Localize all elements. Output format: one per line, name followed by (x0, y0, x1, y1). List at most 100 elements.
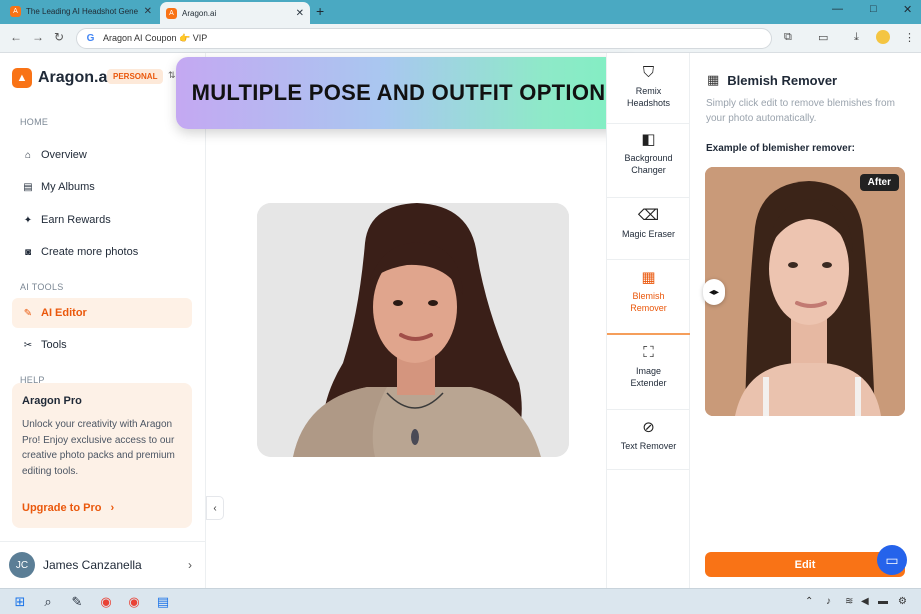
user-menu[interactable]: JC James Canzanella › (0, 541, 206, 588)
battery-icon[interactable]: ▬ (878, 596, 888, 607)
settings-icon[interactable]: ⚙ (898, 596, 907, 607)
browser-tab-active[interactable]: A Aragon.ai ✕ (160, 2, 310, 24)
flame-logo-icon: ▲ (12, 68, 32, 88)
menu-icon[interactable]: ⋮ (904, 31, 915, 44)
sidebar-item-create-more-photos[interactable]: ◙ Create more photos (12, 237, 192, 267)
sidebar-item-overview[interactable]: ⌂ Overview (12, 140, 192, 170)
sidebar-item-ai-editor[interactable]: ✎ AI Editor (12, 298, 192, 328)
panel-description: Simply click edit to remove blemishes fr… (706, 98, 895, 124)
tool-blemish-remover[interactable]: ▦ Blemish Remover (607, 260, 690, 335)
tool-label: Image Extender (630, 366, 667, 388)
brand[interactable]: ▲ Aragon.ai (12, 68, 112, 88)
headshot-photo[interactable] (257, 203, 569, 457)
tools-icon: ✂ (23, 339, 33, 351)
new-tab-icon[interactable]: + (316, 3, 324, 19)
sidebar-item-label: Overview (41, 149, 87, 161)
user-name: James Canzanella (43, 558, 142, 572)
edit-button[interactable]: Edit (705, 552, 905, 577)
address-bar[interactable]: G Aragon AI Coupon 👉 VIP (76, 28, 772, 49)
avatar: JC (9, 552, 35, 578)
aragon-favicon-icon: A (166, 7, 177, 19)
browser-tab[interactable]: A The Leading AI Headshot Gene ✕ (4, 2, 158, 21)
album-icon: ▤ (23, 181, 33, 193)
close-window-icon[interactable]: ✕ (903, 3, 912, 16)
blemish-icon: ▦ (707, 72, 720, 87)
download-icon[interactable]: ⤓ (854, 31, 859, 44)
tool-remix-headshots[interactable]: ⛉ Remix Headshots (607, 63, 690, 124)
sidebar-item-my-albums[interactable]: ▤ My Albums (12, 172, 192, 202)
pro-promo-card: Aragon Pro Unlock your creativity with A… (12, 383, 192, 528)
notepad-icon[interactable]: ▤ (155, 594, 171, 610)
editor-canvas: ‹ (206, 53, 606, 588)
tool-label: Magic Eraser (621, 229, 675, 239)
close-tab-icon[interactable]: ✕ (296, 8, 304, 19)
sidebar-item-label: Tools (41, 339, 67, 351)
search-icon[interactable]: ⌕ (40, 594, 56, 610)
sidebar-item-earn-rewards[interactable]: ✦ Earn Rewards (12, 205, 192, 235)
brand-name: Aragon.ai (38, 69, 112, 86)
windows-start-icon[interactable]: ⊞ (12, 594, 28, 610)
tool-image-extender[interactable]: ⛶ Image Extender (607, 335, 690, 410)
chrome-icon[interactable]: ◉ (98, 594, 114, 610)
maximize-icon[interactable]: □ (870, 3, 877, 15)
upgrade-link-label: Upgrade to Pro (22, 502, 102, 514)
tab-title: The Leading AI Headshot Gene (26, 7, 139, 16)
example-portrait-image (705, 167, 905, 416)
promo-title: Aragon Pro (22, 395, 82, 407)
wifi-icon[interactable]: ≋ (845, 596, 853, 607)
volume-icon[interactable]: ◀ (861, 596, 869, 607)
sidebar-item-label: Earn Rewards (41, 214, 111, 226)
promo-body: Unlock your creativity with Aragon Pro! … (22, 419, 175, 477)
app-icon[interactable]: ✎ (69, 594, 85, 610)
tab-title: Aragon.ai (182, 8, 217, 18)
background-icon: ◧ (641, 131, 656, 148)
headshot-portrait-image (257, 203, 569, 457)
chat-support-button[interactable]: ▭ (877, 545, 907, 575)
example-label: Example of blemisher remover: (706, 143, 855, 154)
app-screen: A The Leading AI Headshot Gene ✕ A Arago… (0, 0, 921, 614)
compare-slider-handle[interactable]: ◂▸ (703, 279, 725, 305)
switch-plan-icon[interactable]: ⇅ (168, 70, 176, 81)
upgrade-link[interactable]: Upgrade to Pro › (22, 502, 114, 514)
sidebar-item-label: AI Editor (41, 307, 87, 319)
tool-magic-eraser[interactable]: ⌫ Magic Eraser (607, 198, 690, 260)
browser-toolbar: ← → ↻ G Aragon AI Coupon 👉 VIP ⧉ ▭ ⤓ ⋮ (0, 24, 921, 53)
panel-title: Blemish Remover (727, 72, 838, 88)
microphone-icon[interactable]: ♪ (826, 596, 831, 607)
back-icon[interactable]: ← (10, 30, 22, 44)
after-badge: After (859, 174, 899, 191)
extend-icon: ⛶ (643, 344, 654, 361)
google-icon: G (86, 33, 95, 44)
section-home: HOME (20, 117, 49, 127)
sidebar-item-label: Create more photos (41, 246, 139, 258)
shirt-icon: ⛉ (642, 64, 655, 81)
chevron-up-icon[interactable]: ⌃ (805, 596, 813, 607)
section-ai-tools: AI TOOLS (20, 282, 64, 292)
tool-label: Blemish Remover (630, 291, 667, 313)
chat-icon: ▭ (885, 551, 899, 568)
tool-background-changer[interactable]: ◧ Background Changer (607, 124, 690, 198)
sidebar: ▲ Aragon.ai PERSONAL ⇅ HOME ⌂ Overview ▤… (0, 53, 206, 588)
aragon-favicon-icon: A (10, 6, 21, 17)
tool-rail: ⛉ Remix Headshots ◧ Background Changer ⌫… (606, 53, 690, 588)
chevron-left-icon: ‹ (213, 502, 217, 514)
sidebar-item-tools[interactable]: ✂ Tools (12, 330, 192, 360)
forward-icon[interactable]: → (32, 30, 44, 44)
compare-arrows-icon: ◂▸ (708, 286, 720, 298)
reload-icon[interactable]: ↻ (54, 30, 64, 44)
tool-label: Remix Headshots (626, 86, 671, 108)
tool-text-remover[interactable]: ⊘ Text Remover (607, 410, 690, 470)
banner-text: MULTIPLE POSE AND OUTFIT OPTIONS (191, 80, 621, 105)
profile-avatar[interactable] (876, 30, 890, 44)
home-icon: ⌂ (24, 149, 32, 161)
collapse-sidebar-button[interactable]: ‹ (206, 496, 224, 520)
extensions-icon[interactable]: ⧉ (784, 31, 792, 44)
cast-icon[interactable]: ▭ (818, 31, 828, 44)
tool-label: Background Changer (624, 153, 673, 175)
tool-label: Text Remover (620, 441, 677, 451)
chrome-icon[interactable]: ◉ (126, 594, 142, 610)
minimize-icon[interactable]: — (832, 3, 843, 15)
plan-badge: PERSONAL (107, 69, 164, 84)
close-tab-icon[interactable]: ✕ (144, 6, 152, 17)
tool-details-panel: ▦ Blemish Remover Simply click edit to r… (690, 53, 921, 588)
